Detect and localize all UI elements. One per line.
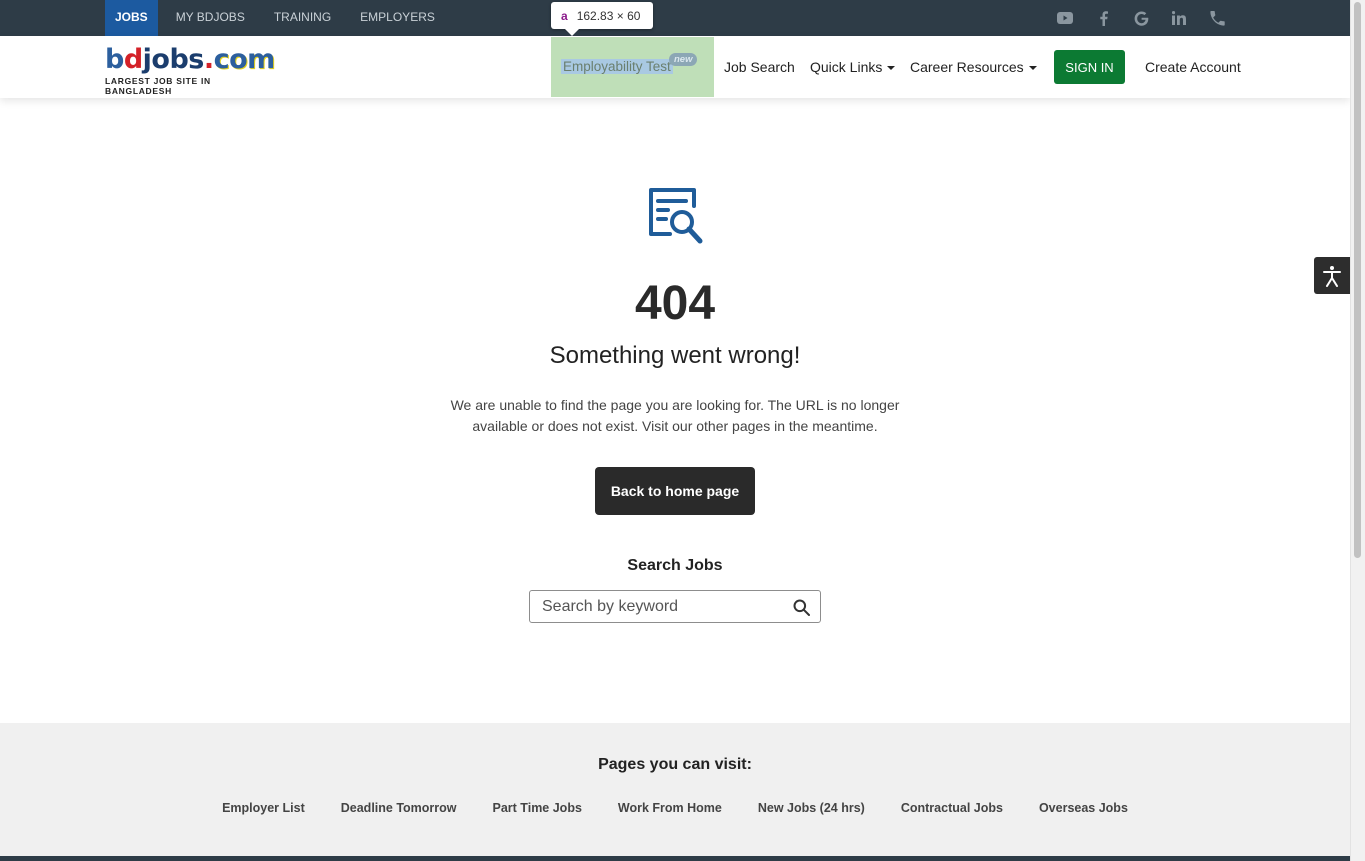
top-nav-employers[interactable]: EMPLOYERS [350,0,445,36]
phone-icon[interactable] [1198,0,1236,36]
footer-title: Pages you can visit: [598,756,752,773]
logo-dot: . [203,44,214,75]
footer-link-overseas-jobs[interactable]: Overseas Jobs [1021,801,1146,815]
nav-quick-links-label: Quick Links [810,59,883,75]
logo-letter-d: d [123,44,143,75]
devtools-element-tooltip: a 162.83 × 60 [551,2,653,36]
error-message: We are unable to find the page you are l… [450,397,900,434]
logo-letter-b: b [105,44,124,75]
tooltip-size: 162.83 × 60 [576,8,641,23]
caret-down-icon [887,66,896,70]
youtube-icon[interactable] [1046,0,1084,36]
logo-word-jobs: jobs [142,44,205,75]
search-jobs-heading: Search Jobs [627,557,723,574]
footer-link-part-time-jobs[interactable]: Part Time Jobs [475,801,600,815]
bdjobs-logo[interactable]: bdjobs.com LARGEST JOB SITE IN BANGLADES… [105,44,276,97]
footer: Pages you can visit: Employer List Deadl… [0,723,1350,856]
nav-employability-label: Employability Test [561,59,673,74]
top-nav: JOBS MY BDJOBS TRAINING EMPLOYERS [105,0,454,36]
logo-tagline: LARGEST JOB SITE IN BANGLADESH [105,76,211,96]
caret-down-icon [1028,66,1037,70]
create-account-link[interactable]: Create Account [1145,59,1241,75]
top-nav-jobs[interactable]: JOBS [105,0,158,36]
scrollbar-thumb[interactable] [1354,2,1361,558]
search-icon[interactable] [793,599,810,621]
footer-link-deadline-tomorrow[interactable]: Deadline Tomorrow [323,801,475,815]
footer-link-employer-list[interactable]: Employer List [204,801,323,815]
google-icon[interactable] [1122,0,1160,36]
top-nav-my-bdjobs[interactable]: MY BDJOBS [166,0,255,36]
search-input[interactable] [530,591,785,622]
error-code: 404 [634,277,716,330]
logo-word-com: com [213,44,276,75]
footer-links: Employer List Deadline Tomorrow Part Tim… [0,801,1350,815]
search-box [529,590,821,623]
back-to-home-button[interactable]: Back to home page [595,467,755,515]
top-bar: JOBS MY BDJOBS TRAINING EMPLOYERS [0,0,1350,36]
footer-link-work-from-home[interactable]: Work From Home [600,801,740,815]
footer-link-contractual-jobs[interactable]: Contractual Jobs [883,801,1021,815]
nav-quick-links[interactable]: Quick Links [810,59,896,75]
top-nav-training[interactable]: TRAINING [264,0,341,36]
linkedin-icon[interactable] [1160,0,1198,36]
facebook-icon[interactable] [1084,0,1122,36]
footer-link-new-jobs[interactable]: New Jobs (24 hrs) [740,801,883,815]
new-badge: new [669,53,698,66]
bottom-strip [0,856,1350,861]
sign-in-button[interactable]: SIGN IN [1054,50,1125,84]
nav-job-search[interactable]: Job Search [724,59,795,75]
social-links [1046,0,1236,36]
nav-career-resources-label: Career Resources [910,59,1024,75]
nav-employability-test[interactable]: Employability Test new [551,37,714,97]
document-search-icon [646,186,704,251]
nav-career-resources[interactable]: Career Resources [910,59,1037,75]
tooltip-tag: a [561,8,568,23]
error-title: Something went wrong! [549,342,801,369]
